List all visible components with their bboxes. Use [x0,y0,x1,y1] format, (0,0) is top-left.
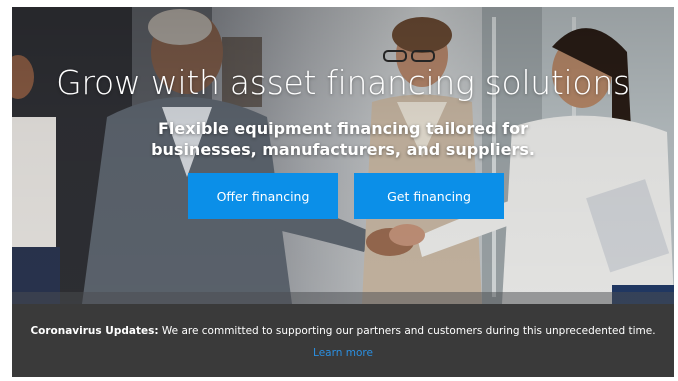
hero-subtitle-line-2: businesses, manufacturers, and suppliers… [151,140,535,159]
notice-message: We are committed to supporting our partn… [161,325,656,337]
get-financing-button[interactable]: Get financing [354,173,504,219]
learn-more-link[interactable]: Learn more [313,347,373,359]
notice-heading: Coronavirus Updates: [30,325,159,337]
offer-financing-button[interactable]: Offer financing [188,173,338,219]
hero-banner: Grow with asset financing solutions Flex… [12,7,674,304]
hero-subtitle: Flexible equipment financing tailored fo… [12,118,674,160]
hero-subtitle-line-1: Flexible equipment financing tailored fo… [157,119,529,138]
coronavirus-notice-bar: Coronavirus Updates: We are committed to… [12,304,674,377]
page-frame: Grow with asset financing solutions Flex… [12,7,674,377]
hero-title: Grow with asset financing solutions [56,63,630,102]
